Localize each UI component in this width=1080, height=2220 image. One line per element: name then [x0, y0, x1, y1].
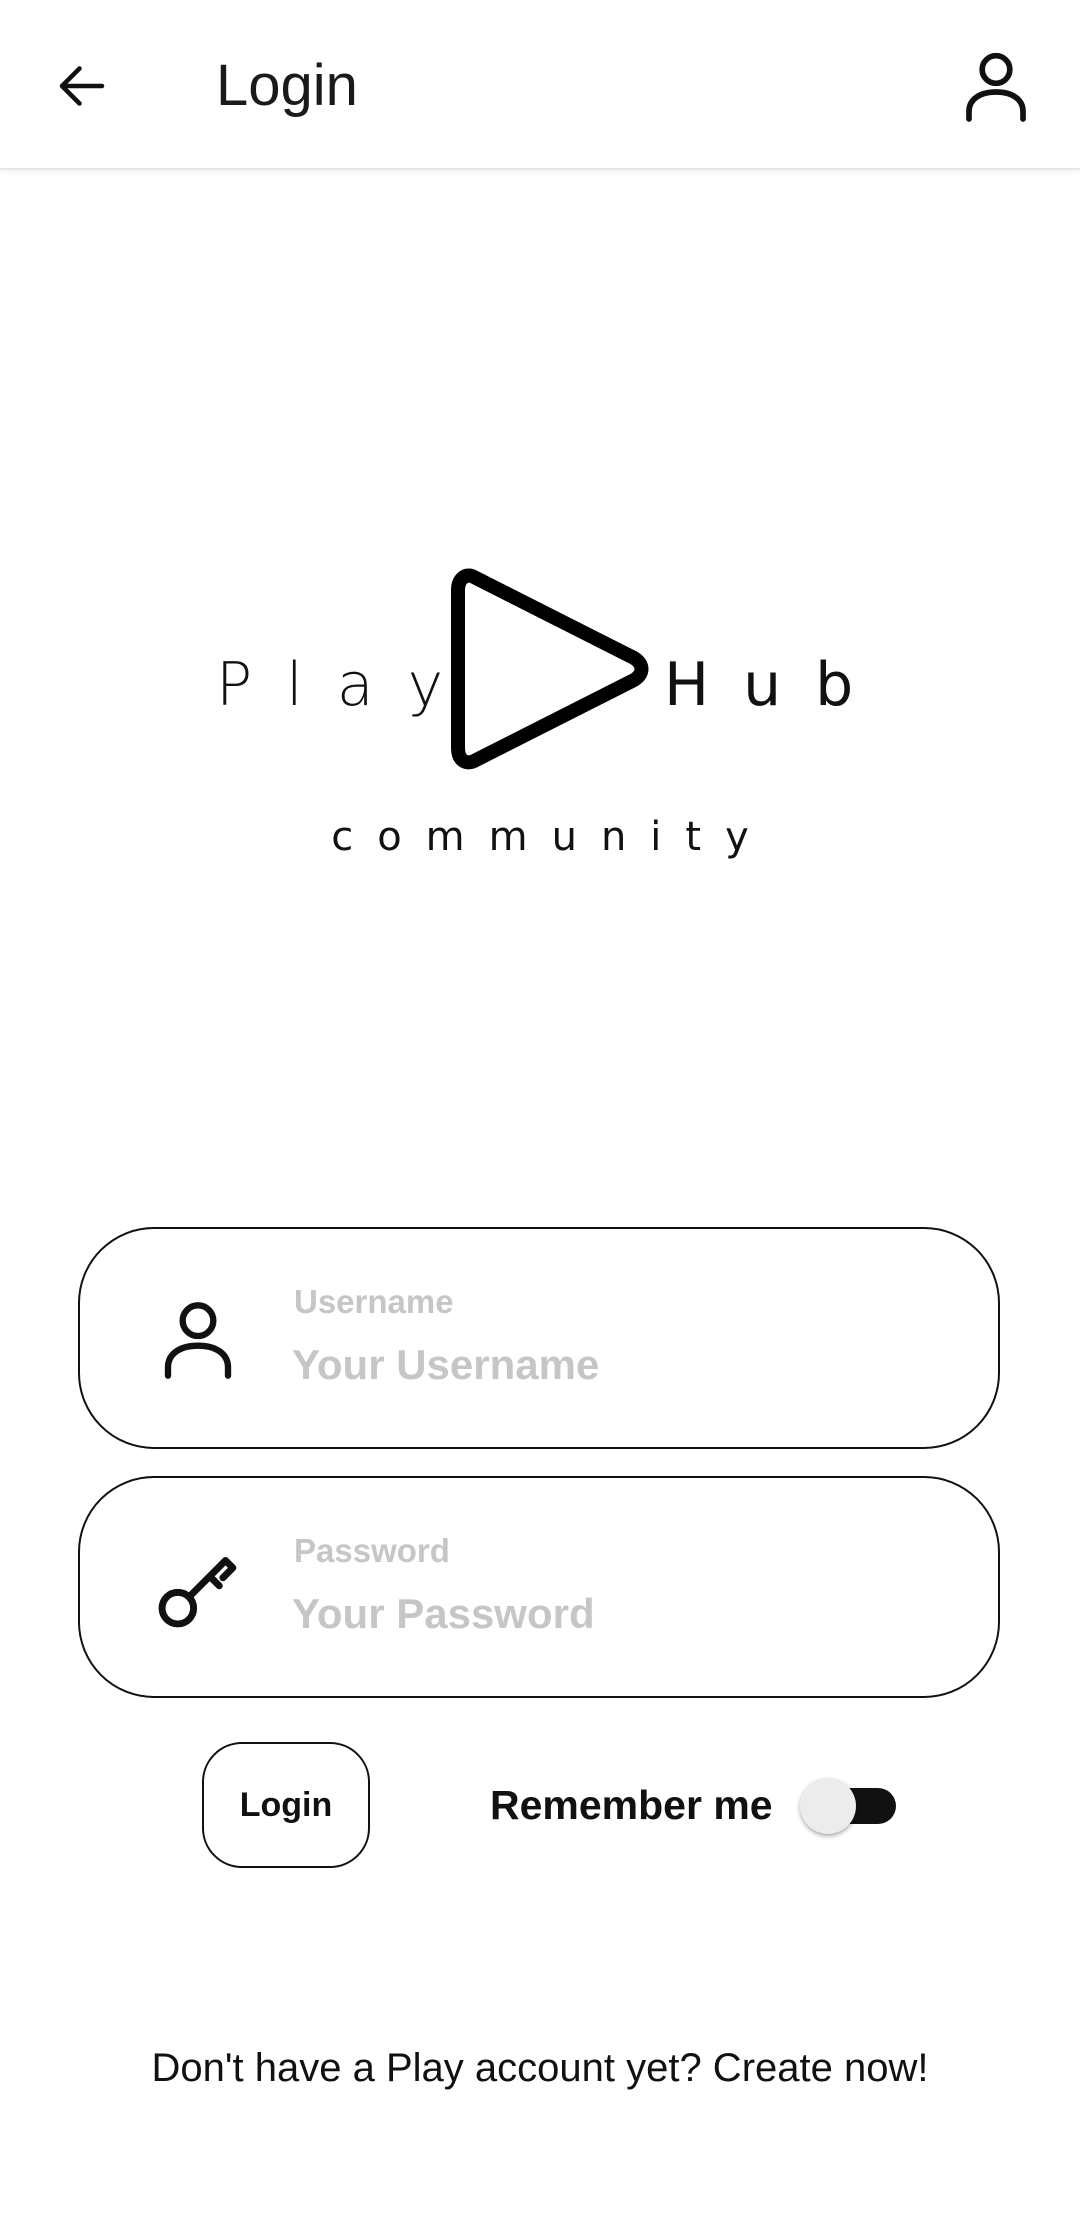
play-hub-logo: Play Hub community — [0, 560, 1080, 880]
back-button[interactable] — [40, 44, 124, 128]
password-input[interactable] — [292, 1582, 932, 1646]
password-label: Password — [294, 1532, 450, 1569]
password-field[interactable]: Password — [78, 1476, 1000, 1698]
logo-word-play: Play — [216, 650, 478, 720]
person-icon — [966, 52, 1026, 122]
remember-me-toggle[interactable] — [800, 1778, 900, 1834]
arrow-left-icon — [59, 66, 105, 106]
account-button[interactable] — [954, 44, 1038, 128]
username-field[interactable]: Username — [78, 1227, 1000, 1449]
create-account-link[interactable]: Don't have a Play account yet? Create no… — [0, 2046, 1080, 2091]
toggle-thumb — [800, 1778, 856, 1834]
key-icon — [150, 1540, 246, 1636]
person-icon — [150, 1291, 246, 1387]
app-bar: Login — [0, 0, 1080, 170]
login-button[interactable]: Login — [202, 1742, 370, 1868]
page-title: Login — [216, 53, 358, 118]
logo-subtitle: community — [331, 814, 773, 860]
username-input[interactable] — [292, 1333, 932, 1397]
logo-word-hub: Hub — [664, 650, 888, 720]
remember-me-label: Remember me — [490, 1782, 773, 1828]
play-triangle-icon — [444, 560, 654, 780]
username-label: Username — [294, 1283, 454, 1320]
